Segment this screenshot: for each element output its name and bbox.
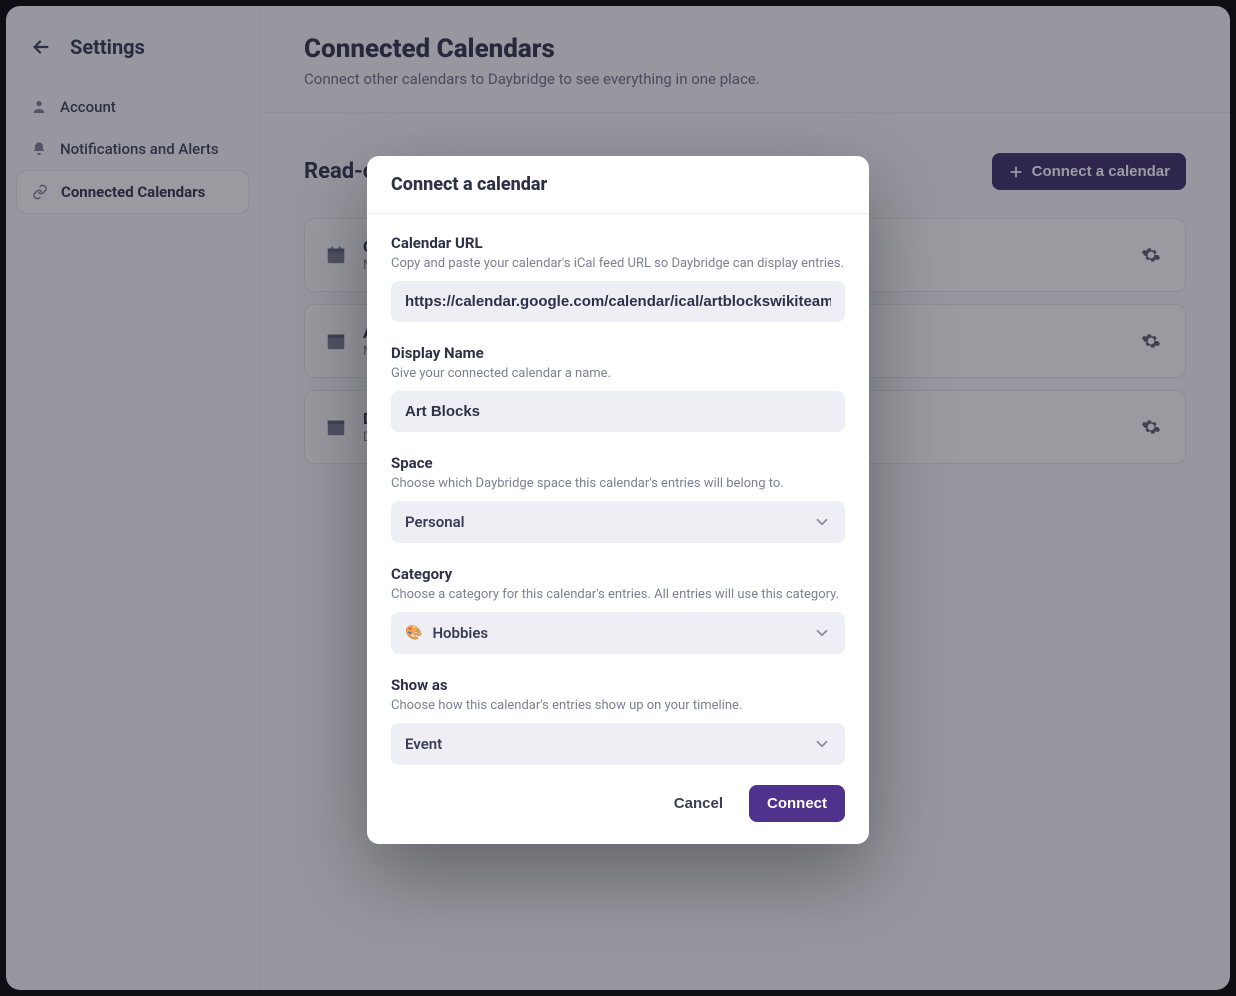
space-select-value: Personal (405, 513, 465, 531)
chevron-down-icon (813, 624, 831, 642)
palette-icon: 🎨 (405, 625, 422, 641)
cancel-button[interactable]: Cancel (668, 785, 729, 822)
modal-title: Connect a calendar (391, 174, 845, 195)
field-desc: Choose a category for this calendar's en… (391, 587, 845, 602)
category-select[interactable]: 🎨 Hobbies (391, 612, 845, 654)
show-as-select-value: Event (405, 735, 442, 753)
field-category: Category Choose a category for this cale… (391, 565, 845, 654)
field-desc: Copy and paste your calendar's iCal feed… (391, 256, 845, 271)
field-label: Calendar URL (391, 234, 845, 252)
show-as-select[interactable]: Event (391, 723, 845, 765)
calendar-url-input[interactable] (391, 281, 845, 322)
connect-button[interactable]: Connect (749, 785, 845, 822)
modal-header: Connect a calendar (367, 156, 869, 214)
field-label: Category (391, 565, 845, 583)
field-label: Display Name (391, 344, 845, 362)
field-desc: Choose which Daybridge space this calend… (391, 476, 845, 491)
connect-calendar-modal: Connect a calendar Calendar URL Copy and… (367, 156, 869, 844)
modal-body: Calendar URL Copy and paste your calenda… (367, 214, 869, 769)
field-show-as: Show as Choose how this calendar's entri… (391, 676, 845, 765)
space-select[interactable]: Personal (391, 501, 845, 543)
field-desc: Give your connected calendar a name. (391, 366, 845, 381)
modal-footer: Cancel Connect (367, 769, 869, 844)
field-label: Show as (391, 676, 845, 694)
chevron-down-icon (813, 735, 831, 753)
modal-overlay[interactable]: Connect a calendar Calendar URL Copy and… (0, 0, 1236, 996)
field-label: Space (391, 454, 845, 472)
field-space: Space Choose which Daybridge space this … (391, 454, 845, 543)
category-select-value: Hobbies (432, 624, 488, 642)
field-display-name: Display Name Give your connected calenda… (391, 344, 845, 432)
chevron-down-icon (813, 513, 831, 531)
field-calendar-url: Calendar URL Copy and paste your calenda… (391, 234, 845, 322)
display-name-input[interactable] (391, 391, 845, 432)
field-desc: Choose how this calendar's entries show … (391, 698, 845, 713)
